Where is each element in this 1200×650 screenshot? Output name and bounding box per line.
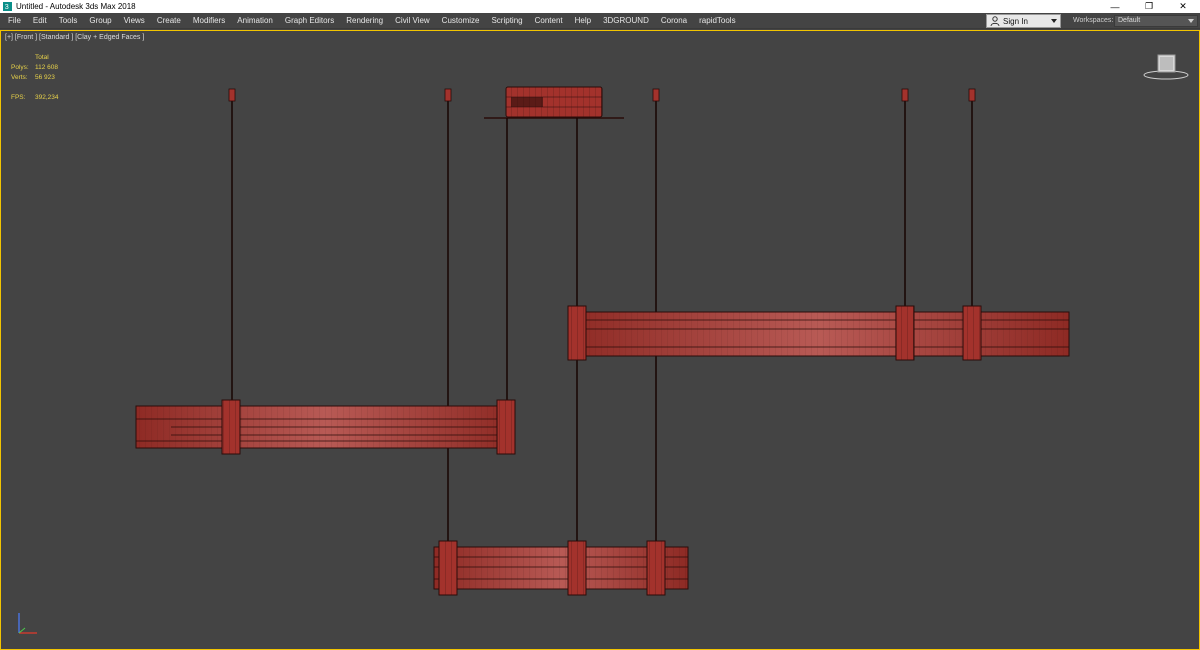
menu-create[interactable]: Create [151, 13, 187, 29]
menu-corona[interactable]: Corona [655, 13, 693, 29]
workspaces-value: Default [1118, 17, 1141, 24]
front-viewport[interactable]: [+] [Front ] [Standard ] [Clay + Edged F… [0, 30, 1200, 650]
sign-in-dropdown[interactable]: Sign In [986, 14, 1061, 28]
scene-statistics: Total Polys: 112 608 Verts: 56 923 FPS: 392… [11, 53, 59, 103]
title-bar: 3 Untitled - Autodesk 3ds Max 2018 — ❐ ✕ [0, 0, 1200, 13]
menu-graph-editors[interactable]: Graph Editors [279, 13, 340, 29]
polys-value: 112 608 [35, 64, 59, 71]
fps-label: FPS: [11, 94, 26, 101]
viewport-label[interactable]: [+] [Front ] [Standard ] [Clay + Edged F… [5, 34, 144, 41]
menu-scripting[interactable]: Scripting [485, 13, 528, 29]
right-light-fixture [567, 305, 1070, 361]
verts-value: 56 923 [35, 74, 55, 81]
ceiling-canopy [484, 86, 624, 119]
sign-in-label: Sign In [1003, 16, 1028, 26]
window-title: Untitled - Autodesk 3ds Max 2018 [16, 2, 136, 11]
polys-label: Polys: [11, 64, 29, 71]
menu-3dground[interactable]: 3DGROUND [597, 13, 655, 29]
fps-value: 392,234 [35, 94, 59, 101]
minimize-button[interactable]: — [1098, 0, 1132, 13]
maximize-button[interactable]: ❐ [1132, 0, 1166, 13]
scene-canvas[interactable] [1, 31, 1199, 649]
menu-rapidtools[interactable]: rapidTools [693, 13, 741, 29]
menu-rendering[interactable]: Rendering [340, 13, 389, 29]
close-button[interactable]: ✕ [1166, 0, 1200, 13]
menu-customize[interactable]: Customize [436, 13, 486, 29]
3dsmax-logo-icon: 3 [3, 2, 12, 11]
person-icon [990, 16, 1000, 26]
chevron-down-icon [1188, 19, 1194, 23]
menu-tools[interactable]: Tools [53, 13, 84, 29]
menu-content[interactable]: Content [529, 13, 569, 29]
stats-header: Total [35, 54, 49, 61]
menu-edit[interactable]: Edit [27, 13, 53, 29]
menu-help[interactable]: Help [569, 13, 597, 29]
viewcube-icon[interactable] [1143, 53, 1189, 81]
menu-group[interactable]: Group [83, 13, 117, 29]
chevron-down-icon [1051, 19, 1057, 23]
menu-animation[interactable]: Animation [231, 13, 279, 29]
left-light-fixture [135, 399, 516, 455]
menu-file[interactable]: File [0, 13, 27, 29]
menu-civil-view[interactable]: Civil View [389, 13, 436, 29]
menu-modifiers[interactable]: Modifiers [187, 13, 231, 29]
workspaces-label: Workspaces: [1073, 17, 1114, 24]
verts-label: Verts: [11, 74, 28, 81]
menu-views[interactable]: Views [118, 13, 151, 29]
window-controls: — ❐ ✕ [1098, 0, 1200, 13]
axis-tripod-icon [18, 613, 37, 634]
workspaces-select[interactable]: Default [1114, 15, 1198, 27]
bottom-light-fixture [433, 540, 689, 596]
svg-text:3: 3 [5, 2, 9, 11]
